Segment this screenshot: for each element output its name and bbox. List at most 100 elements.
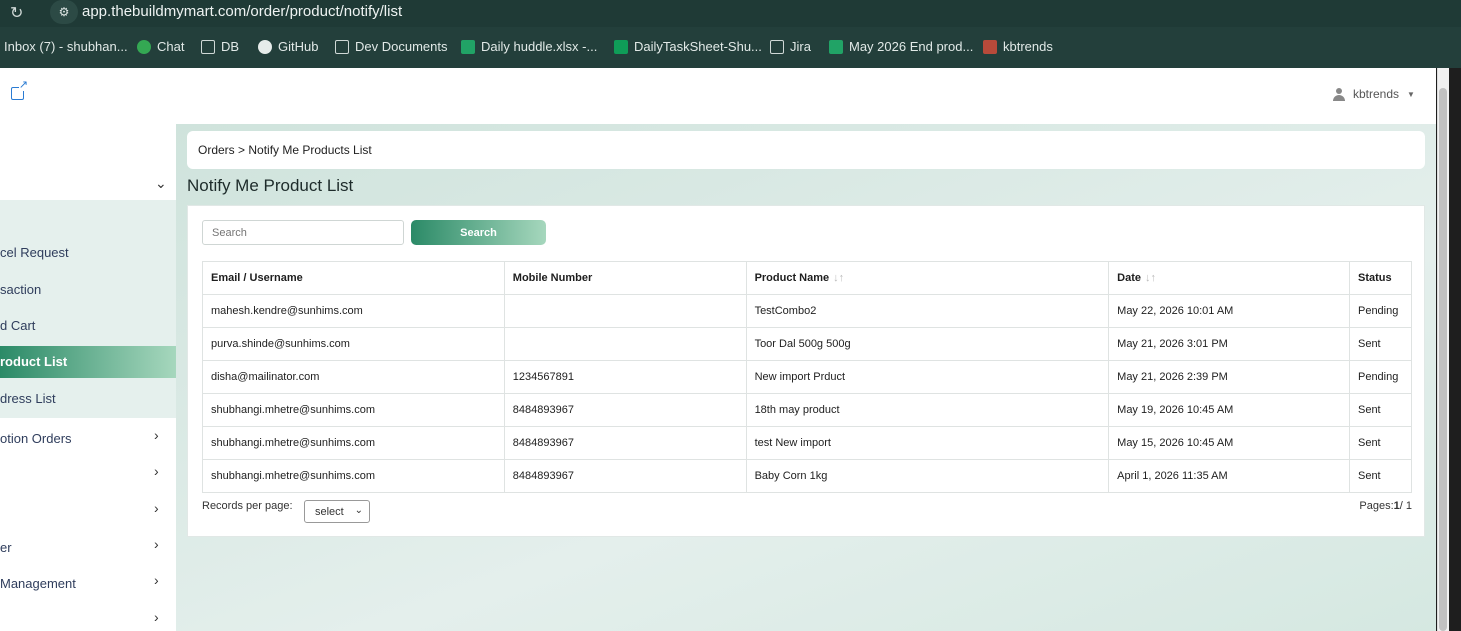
chevron-right-icon[interactable]: ›: [154, 536, 159, 552]
bookmark-daily-task-sheet[interactable]: DailyTaskSheet-Shu...: [614, 39, 762, 54]
cell-date: May 22, 2026 10:01 AM: [1108, 294, 1350, 328]
col-status: Status: [1348, 261, 1413, 295]
chevron-right-icon[interactable]: ›: [154, 572, 159, 588]
table-row: disha@mailinator.com 1234567891 New impo…: [202, 360, 1413, 394]
cell-date: April 1, 2026 11:35 AM: [1108, 459, 1350, 493]
cell-status: Sent: [1348, 327, 1413, 361]
chevron-down-icon[interactable]: ⌄: [155, 175, 167, 192]
cell-status: Pending: [1348, 360, 1413, 394]
url-text[interactable]: app.thebuildmymart.com/order/product/not…: [82, 3, 402, 20]
sidebar-item-address-list[interactable]: dress List: [0, 391, 56, 406]
folder-icon: [335, 39, 349, 54]
cell-status: Sent: [1348, 393, 1413, 427]
col-product-name[interactable]: Product Name ↓↑: [745, 261, 1110, 295]
folder-icon: [201, 39, 215, 54]
cell-product: 18th may product: [745, 393, 1110, 427]
records-per-page-label: Records per page:: [202, 500, 293, 512]
bookmark-dev-documents[interactable]: Dev Documents: [335, 39, 447, 54]
chevron-right-icon[interactable]: ›: [154, 463, 159, 479]
sidebar-item-cancel-request[interactable]: cel Request: [0, 245, 69, 260]
cell-product: TestCombo2: [745, 294, 1110, 328]
cell-product: New import Prduct: [745, 360, 1110, 394]
bookmark-chat[interactable]: Chat: [137, 39, 184, 54]
page-title: Notify Me Product List: [187, 176, 354, 195]
table-row: mahesh.kendre@sunhims.com TestCombo2 May…: [202, 294, 1413, 328]
scrollbar-thumb[interactable]: [1439, 88, 1447, 631]
folder-icon: [770, 39, 784, 54]
sheet-icon: [461, 39, 475, 54]
pagination-info: Pages:1/ 1: [1359, 500, 1412, 512]
chevron-right-icon[interactable]: ›: [154, 500, 159, 516]
cell-mobile: 8484893967: [503, 459, 747, 493]
cell-product: test New import: [745, 426, 1110, 460]
chevron-down-icon: ⌄: [354, 505, 363, 516]
cell-product: Baby Corn 1kg: [745, 459, 1110, 493]
user-menu[interactable]: kbtrends ▼: [1333, 87, 1415, 101]
list-card: Search Email / Username Mobile Number Pr…: [187, 205, 1425, 537]
cell-product: Toor Dal 500g 500g: [745, 327, 1110, 361]
cell-date: May 19, 2026 10:45 AM: [1108, 393, 1350, 427]
cell-email: purva.shinde@sunhims.com: [202, 327, 505, 361]
user-name: kbtrends: [1353, 87, 1400, 101]
cell-mobile: [503, 294, 747, 328]
app-header: kbtrends ▼: [0, 68, 1436, 124]
cell-date: May 15, 2026 10:45 AM: [1108, 426, 1350, 460]
kbtrends-icon: [983, 39, 997, 54]
bookmark-jira[interactable]: Jira: [770, 39, 811, 54]
search-button[interactable]: Search: [411, 220, 546, 245]
chat-icon: [137, 39, 151, 54]
cell-email: disha@mailinator.com: [202, 360, 505, 394]
reload-icon[interactable]: ↻: [10, 3, 23, 23]
table-row: purva.shinde@sunhims.com Toor Dal 500g 5…: [202, 327, 1413, 361]
cell-status: Sent: [1348, 426, 1413, 460]
table-row: shubhangi.mhetre@sunhims.com 8484893967 …: [202, 459, 1413, 493]
col-email: Email / Username: [202, 261, 505, 295]
chevron-right-icon[interactable]: ›: [154, 609, 159, 625]
bookmark-daily-huddle[interactable]: Daily huddle.xlsx -...: [461, 39, 597, 54]
cell-date: May 21, 2026 2:39 PM: [1108, 360, 1350, 394]
bookmarks-bar: Inbox (7) - shubhan... Chat DB GitHub De…: [0, 27, 1461, 68]
cell-email: shubhangi.mhetre@sunhims.com: [202, 393, 505, 427]
bookmark-github[interactable]: GitHub: [258, 39, 318, 54]
sort-icon[interactable]: ↓↑: [833, 272, 844, 284]
sidebar-item-user[interactable]: er: [0, 540, 12, 555]
sidebar-item-abandoned-cart[interactable]: d Cart: [0, 318, 35, 333]
bookmark-db[interactable]: DB: [201, 39, 239, 54]
sheet-icon: [829, 39, 843, 54]
sheet-icon: [614, 39, 628, 54]
sidebar-item-transaction[interactable]: saction: [0, 282, 41, 297]
cell-mobile: 8484893967: [503, 426, 747, 460]
github-icon: [258, 39, 272, 54]
chevron-right-icon[interactable]: ›: [154, 427, 159, 443]
address-bar: ↻ ⚙ app.thebuildmymart.com/order/product…: [0, 0, 1461, 27]
sidebar-item-subscription-orders[interactable]: otion Orders: [0, 431, 72, 446]
breadcrumb: Orders > Notify Me Products List: [187, 131, 1425, 169]
external-link-icon[interactable]: [11, 80, 28, 100]
sort-icon[interactable]: ↓↑: [1145, 272, 1156, 284]
bookmark-may-2026[interactable]: May 2026 End prod...: [829, 39, 973, 54]
cell-status: Sent: [1348, 459, 1413, 493]
bookmark-kbtrends[interactable]: kbtrends: [983, 39, 1053, 54]
cell-mobile: 1234567891: [503, 360, 747, 394]
sidebar-item-notify-product-list[interactable]: roduct List: [0, 346, 176, 378]
sidebar-submenu: [0, 200, 176, 418]
cell-date: May 21, 2026 3:01 PM: [1108, 327, 1350, 361]
cell-status: Pending: [1348, 294, 1413, 328]
records-per-page-select[interactable]: select ⌄: [304, 500, 370, 523]
cell-email: mahesh.kendre@sunhims.com: [202, 294, 505, 328]
table-header-row: Email / Username Mobile Number Product N…: [202, 261, 1413, 295]
site-settings-icon[interactable]: ⚙: [50, 0, 78, 24]
search-input[interactable]: [202, 220, 404, 245]
sidebar-item-management[interactable]: Management: [0, 576, 76, 591]
cell-mobile: 8484893967: [503, 393, 747, 427]
sidebar: ⌄ cel Request saction d Cart roduct List…: [0, 124, 176, 631]
notify-table: Email / Username Mobile Number Product N…: [202, 261, 1413, 493]
bookmark-inbox[interactable]: Inbox (7) - shubhan...: [4, 39, 128, 54]
col-date[interactable]: Date ↓↑: [1108, 261, 1350, 295]
cell-email: shubhangi.mhetre@sunhims.com: [202, 426, 505, 460]
table-row: shubhangi.mhetre@sunhims.com 8484893967 …: [202, 426, 1413, 460]
cell-mobile: [503, 327, 747, 361]
table-row: shubhangi.mhetre@sunhims.com 8484893967 …: [202, 393, 1413, 427]
main-content: Orders > Notify Me Products List Notify …: [176, 124, 1436, 631]
col-mobile: Mobile Number: [503, 261, 747, 295]
